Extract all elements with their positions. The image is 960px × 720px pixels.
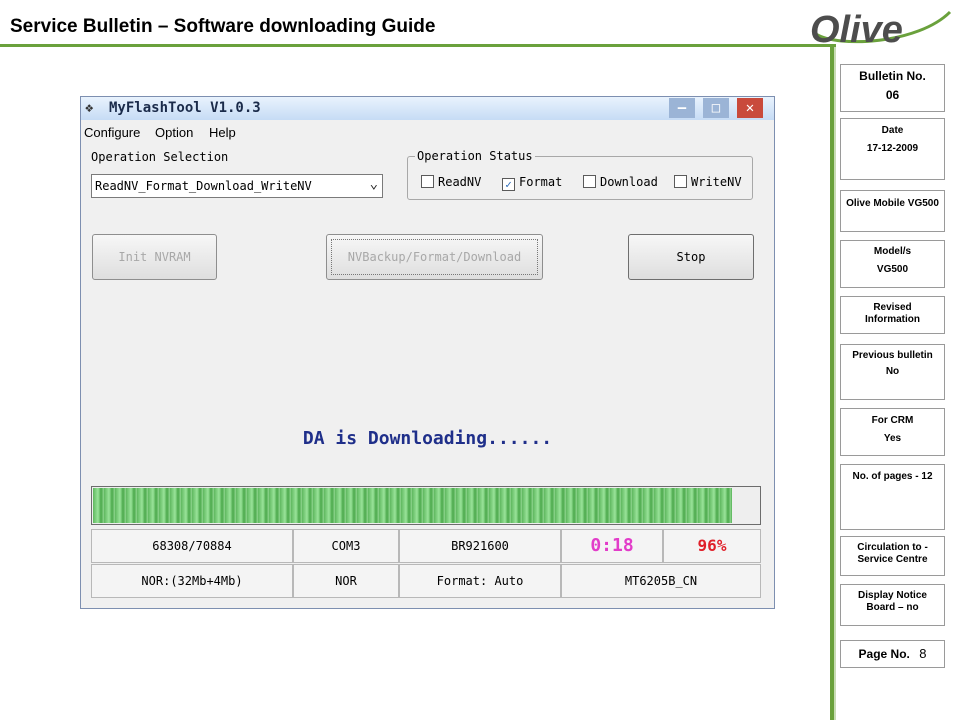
operation-selection-dropdown[interactable]: ReadNV_Format_Download_WriteNV ⌄ (91, 174, 383, 198)
model-label: Model/s (873, 246, 912, 257)
menu-option[interactable]: Option (155, 125, 193, 140)
crm-label: For CRM (871, 415, 914, 426)
flash-type: NOR (293, 564, 399, 598)
circulation-info: Circulation to - Service Centre (857, 542, 928, 565)
progress-fill (93, 488, 733, 523)
olive-logo: Olive (810, 9, 952, 48)
menu-help[interactable]: Help (209, 125, 236, 140)
date-value: 17-12-2009 (866, 143, 919, 154)
logo-text: Olive (810, 9, 903, 48)
page-value: 8 (919, 646, 927, 661)
flash-size: NOR:(32Mb+4Mb) (91, 564, 293, 598)
header-divider (0, 44, 836, 47)
focus-ring (331, 239, 538, 275)
operation-selection-label: Operation Selection (91, 150, 229, 164)
product-name: Olive Mobile VG500 (846, 198, 939, 209)
checkbox-label: Download (600, 175, 658, 189)
bytes-transferred: 68308/70884 (91, 529, 293, 563)
chevron-down-icon[interactable]: ⌄ (370, 176, 378, 192)
previous-label: Previous bulletin (852, 350, 933, 361)
title-bar[interactable]: ❖ MyFlashTool V1.0.3 — □ ✕ (81, 97, 774, 120)
pages-count: No. of pages - 12 (852, 471, 933, 482)
checkbox-readnv[interactable]: ReadNV (421, 175, 481, 189)
com-port: COM3 (293, 529, 399, 563)
stop-button[interactable]: Stop (628, 234, 754, 280)
operation-selection-value: ReadNV_Format_Download_WriteNV (95, 179, 312, 193)
elapsed-time: 0:18 (561, 529, 663, 563)
model-value: VG500 (876, 264, 909, 275)
checkbox-format[interactable]: ✓ Format (502, 175, 562, 191)
bulletin-label: Bulletin No. (859, 69, 926, 83)
progress-percent: 96% (663, 529, 761, 563)
nvbackup-format-download-button[interactable]: NVBackup/Format/Download (326, 234, 543, 280)
download-progress-bar (91, 486, 761, 525)
page-label: Page No. (858, 647, 910, 661)
bulletin-value: 06 (885, 88, 900, 102)
date-label: Date (881, 125, 904, 136)
checkbox-label: Format (519, 175, 563, 189)
init-nvram-button[interactable]: Init NVRAM (92, 234, 217, 280)
revised-info: Revised Information (865, 302, 920, 325)
myflashtool-window: ❖ MyFlashTool V1.0.3 — □ ✕ Configure Opt… (80, 96, 775, 609)
minimize-button[interactable]: — (669, 98, 695, 118)
checkbox-box[interactable] (583, 175, 596, 188)
checkbox-label: ReadNV (438, 175, 482, 189)
operation-status-label: Operation Status (415, 149, 535, 163)
bulletin-number-box: Bulletin No. 06 (840, 64, 945, 112)
checkbox-label: WriteNV (691, 175, 742, 189)
sidebar-divider-shade (834, 47, 836, 720)
product-box: Olive Mobile VG500 (840, 190, 945, 232)
date-box: Date 17-12-2009 (840, 118, 945, 180)
checkbox-writenv[interactable]: WriteNV (674, 175, 742, 189)
crm-value: Yes (883, 433, 902, 444)
revised-box: Revised Information (840, 296, 945, 334)
download-status-message: DA is Downloading...... (302, 428, 553, 449)
checkbox-box[interactable] (674, 175, 687, 188)
baud-rate: BR921600 (399, 529, 561, 563)
checkbox-box[interactable] (421, 175, 434, 188)
close-button[interactable]: ✕ (737, 98, 763, 118)
display-notice: Display Notice Board – no (858, 590, 927, 613)
circulation-box: Circulation to - Service Centre (840, 536, 945, 576)
status-row-2: NOR:(32Mb+4Mb) NOR Format: Auto MT6205B_… (91, 564, 761, 598)
display-notice-box: Display Notice Board – no (840, 584, 945, 626)
crm-box: For CRM Yes (840, 408, 945, 456)
menu-configure[interactable]: Configure (84, 125, 140, 140)
checkbox-download[interactable]: Download (583, 175, 658, 189)
pages-box: No. of pages - 12 (840, 464, 945, 530)
previous-value: No (885, 366, 900, 377)
chipset: MT6205B_CN (561, 564, 761, 598)
model-box: Model/s VG500 (840, 240, 945, 288)
app-icon: ❖ (85, 100, 94, 116)
window-title: MyFlashTool V1.0.3 (109, 100, 261, 116)
previous-bulletin-box: Previous bulletin No (840, 344, 945, 400)
format-mode: Format: Auto (399, 564, 561, 598)
page-number-box: Page No. 8 (840, 640, 945, 668)
checkmark-icon[interactable]: ✓ (502, 178, 515, 191)
status-row-1: 68308/70884 COM3 BR921600 0:18 96% (91, 529, 761, 563)
maximize-button[interactable]: □ (703, 98, 729, 118)
page-title: Service Bulletin – Software downloading … (10, 16, 436, 37)
